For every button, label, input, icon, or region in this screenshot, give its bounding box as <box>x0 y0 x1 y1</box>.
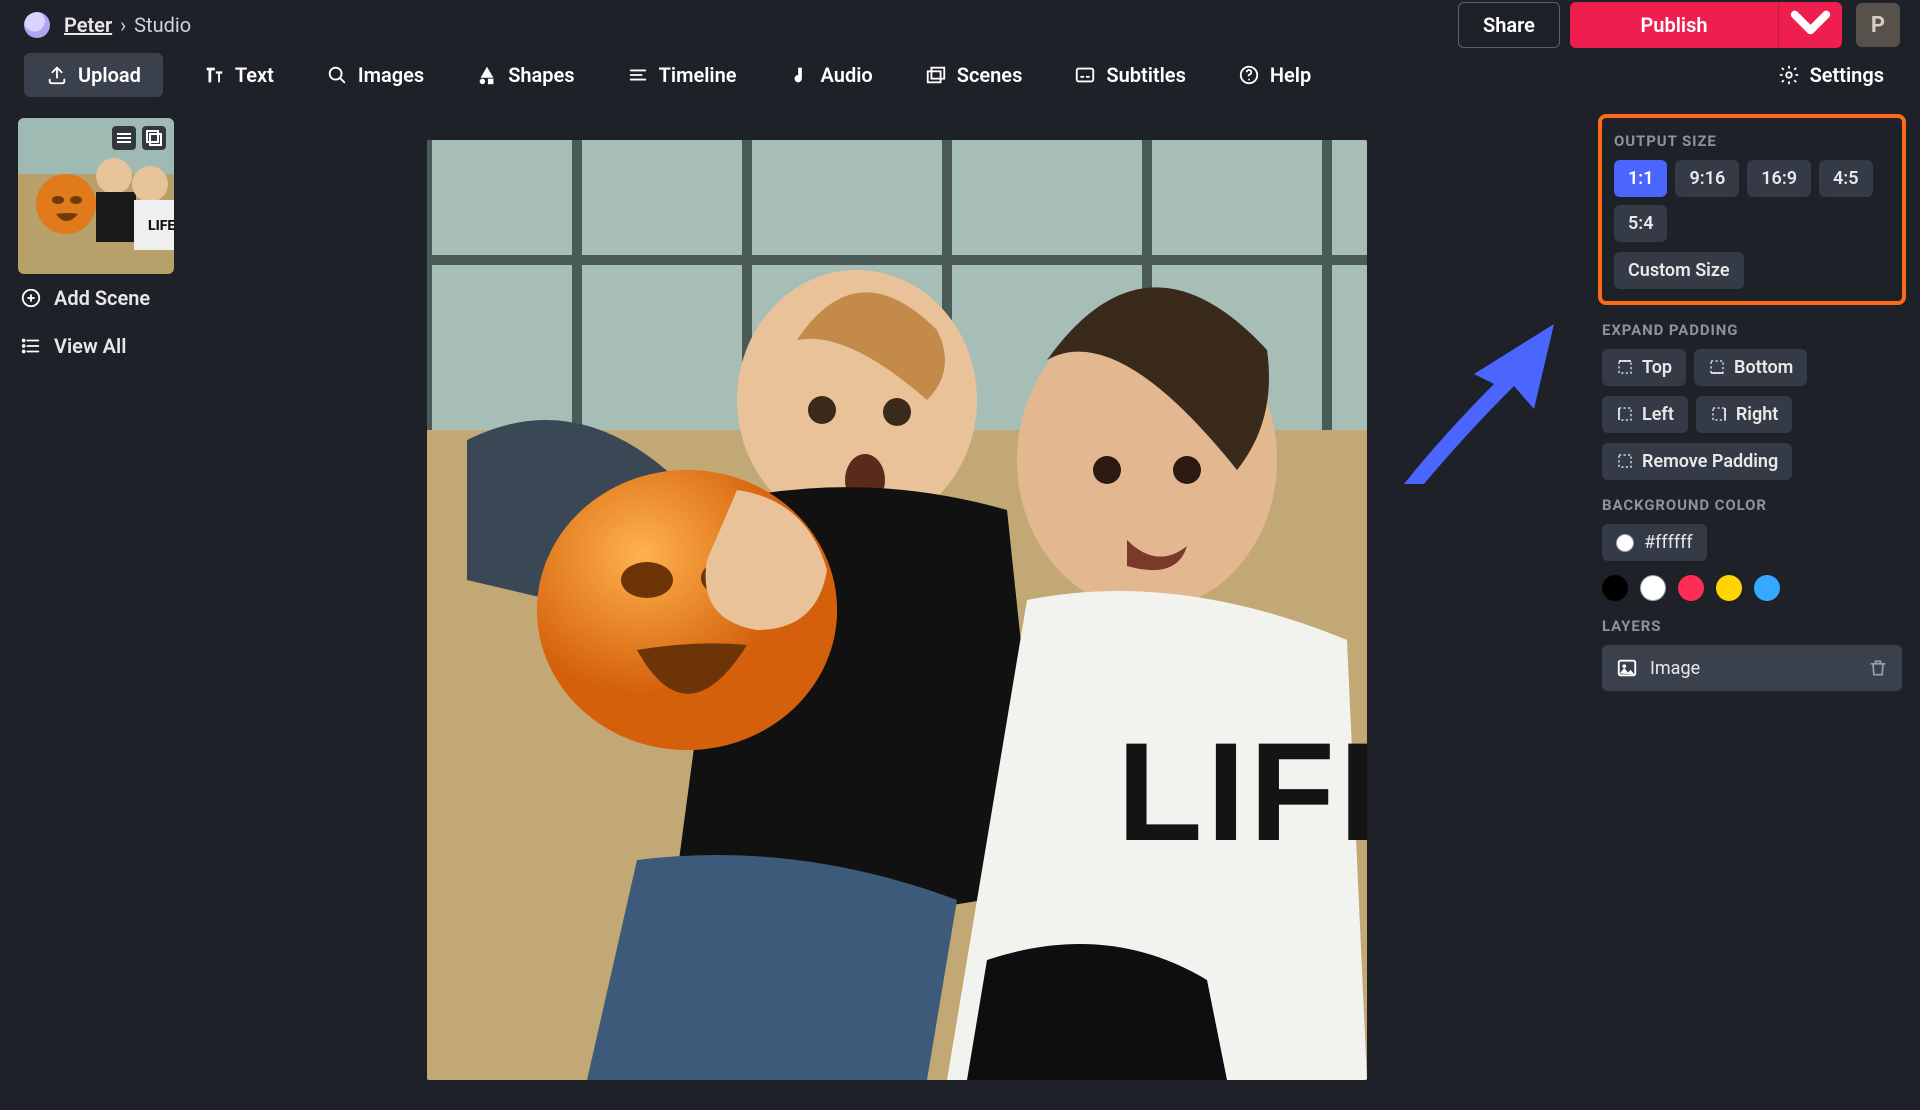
audio-icon <box>789 64 811 86</box>
aspect-ratio-row: 1:1 9:16 16:9 4:5 5:4 <box>1614 160 1890 242</box>
toolbar-timeline[interactable]: Timeline <box>615 55 749 95</box>
pad-top-icon <box>1616 358 1634 376</box>
layer-image-label: Image <box>1650 658 1700 679</box>
add-scene-button[interactable]: Add Scene <box>18 274 210 322</box>
swatch-yellow[interactable] <box>1716 575 1742 601</box>
svg-text:LIFE: LIFE <box>148 218 174 234</box>
ratio-4-5[interactable]: 4:5 <box>1819 160 1872 197</box>
pad-bottom-button[interactable]: Bottom <box>1694 349 1807 386</box>
annotation-arrow-icon <box>1384 314 1564 494</box>
breadcrumb-separator: › <box>120 13 126 37</box>
image-icon <box>1616 657 1638 679</box>
help-label: Help <box>1270 63 1311 87</box>
ratio-9-16[interactable]: 9:16 <box>1675 160 1739 197</box>
ratio-5-4[interactable]: 5:4 <box>1614 205 1667 242</box>
view-all-button[interactable]: View All <box>18 322 210 370</box>
toolbar: Upload Text Images Shapes Timeline Audio… <box>0 50 1920 100</box>
canvas-area: LIFE <box>210 100 1584 1110</box>
subtitles-label: Subtitles <box>1106 63 1186 87</box>
background-color-section: BACKGROUND COLOR #ffffff <box>1598 496 1906 601</box>
top-bar: Peter › Studio Share Publish P <box>0 0 1920 50</box>
scene-sidebar: LIFE Add Scene View All <box>0 100 210 1110</box>
pad-right-button[interactable]: Right <box>1696 396 1792 433</box>
pad-left-button[interactable]: Left <box>1602 396 1688 433</box>
upload-label: Upload <box>78 63 141 87</box>
timeline-icon <box>627 64 649 86</box>
pad-top-button[interactable]: Top <box>1602 349 1686 386</box>
share-button[interactable]: Share <box>1458 2 1560 48</box>
custom-size-button[interactable]: Custom Size <box>1614 252 1744 289</box>
scene-thumbnail[interactable]: LIFE <box>18 118 174 274</box>
toolbar-text[interactable]: Text <box>191 55 286 95</box>
publish-button[interactable]: Publish <box>1570 2 1778 48</box>
expand-padding-title: EXPAND PADDING <box>1602 321 1902 339</box>
upload-button[interactable]: Upload <box>24 53 163 97</box>
background-color-value[interactable]: #ffffff <box>1602 524 1707 561</box>
toolbar-images[interactable]: Images <box>314 55 436 95</box>
plus-circle-icon <box>20 287 42 309</box>
images-label: Images <box>358 63 424 87</box>
chevron-down-icon <box>1779 0 1842 59</box>
svg-text:LIFE: LIFE <box>1117 713 1367 870</box>
swatch-white[interactable] <box>1640 575 1666 601</box>
shapes-label: Shapes <box>508 63 574 87</box>
remove-padding-button[interactable]: Remove Padding <box>1602 443 1792 480</box>
publish-group: Publish <box>1570 2 1842 48</box>
ratio-1-1[interactable]: 1:1 <box>1614 160 1667 197</box>
breadcrumb-page: Studio <box>134 13 191 37</box>
trash-icon[interactable] <box>1868 658 1888 678</box>
ratio-16-9[interactable]: 16:9 <box>1747 160 1811 197</box>
color-swatch-row <box>1602 575 1902 601</box>
layer-row-image[interactable]: Image <box>1602 645 1902 691</box>
background-color-title: BACKGROUND COLOR <box>1602 496 1902 514</box>
view-all-label: View All <box>54 334 126 358</box>
text-icon <box>203 64 225 86</box>
profile-chip[interactable]: P <box>1856 3 1900 47</box>
current-color-swatch-icon <box>1616 534 1634 552</box>
shapes-icon <box>476 64 498 86</box>
pad-left-icon <box>1616 405 1634 423</box>
swatch-red[interactable] <box>1678 575 1704 601</box>
publish-more-button[interactable] <box>1778 2 1842 48</box>
add-scene-label: Add Scene <box>54 286 150 310</box>
upload-icon <box>46 64 68 86</box>
timeline-label: Timeline <box>659 63 737 87</box>
expand-padding-section: EXPAND PADDING Top Bottom Left Right Rem… <box>1598 321 1906 480</box>
layers-title: LAYERS <box>1602 617 1902 635</box>
background-hex-label: #ffffff <box>1644 532 1693 553</box>
duplicate-icon[interactable] <box>142 126 166 150</box>
breadcrumb-user[interactable]: Peter <box>64 13 112 37</box>
scenes-label: Scenes <box>957 63 1023 87</box>
toolbar-help[interactable]: Help <box>1226 55 1323 95</box>
pad-bottom-icon <box>1708 358 1726 376</box>
audio-label: Audio <box>821 63 873 87</box>
gear-icon <box>1778 64 1800 86</box>
pad-right-icon <box>1710 405 1728 423</box>
toolbar-shapes[interactable]: Shapes <box>464 55 586 95</box>
output-size-section: OUTPUT SIZE 1:1 9:16 16:9 4:5 5:4 Custom… <box>1598 114 1906 305</box>
toolbar-audio[interactable]: Audio <box>777 55 885 95</box>
toolbar-scenes[interactable]: Scenes <box>913 55 1035 95</box>
main-area: LIFE Add Scene View All <box>0 100 1920 1110</box>
text-label: Text <box>235 63 274 87</box>
canvas-image[interactable]: LIFE <box>427 140 1367 1080</box>
search-icon <box>326 64 348 86</box>
reorder-icon[interactable] <box>112 126 136 150</box>
properties-panel: OUTPUT SIZE 1:1 9:16 16:9 4:5 5:4 Custom… <box>1584 100 1920 1110</box>
settings-label: Settings <box>1810 63 1884 87</box>
output-size-title: OUTPUT SIZE <box>1614 132 1890 150</box>
pad-none-icon <box>1616 452 1634 470</box>
layers-section: LAYERS Image <box>1598 617 1906 691</box>
toolbar-subtitles[interactable]: Subtitles <box>1062 55 1198 95</box>
list-icon <box>20 335 42 357</box>
help-icon <box>1238 64 1260 86</box>
swatch-black[interactable] <box>1602 575 1628 601</box>
swatch-blue[interactable] <box>1754 575 1780 601</box>
toolbar-settings[interactable]: Settings <box>1766 55 1896 95</box>
avatar[interactable] <box>24 12 50 38</box>
subtitles-icon <box>1074 64 1096 86</box>
scenes-icon <box>925 64 947 86</box>
